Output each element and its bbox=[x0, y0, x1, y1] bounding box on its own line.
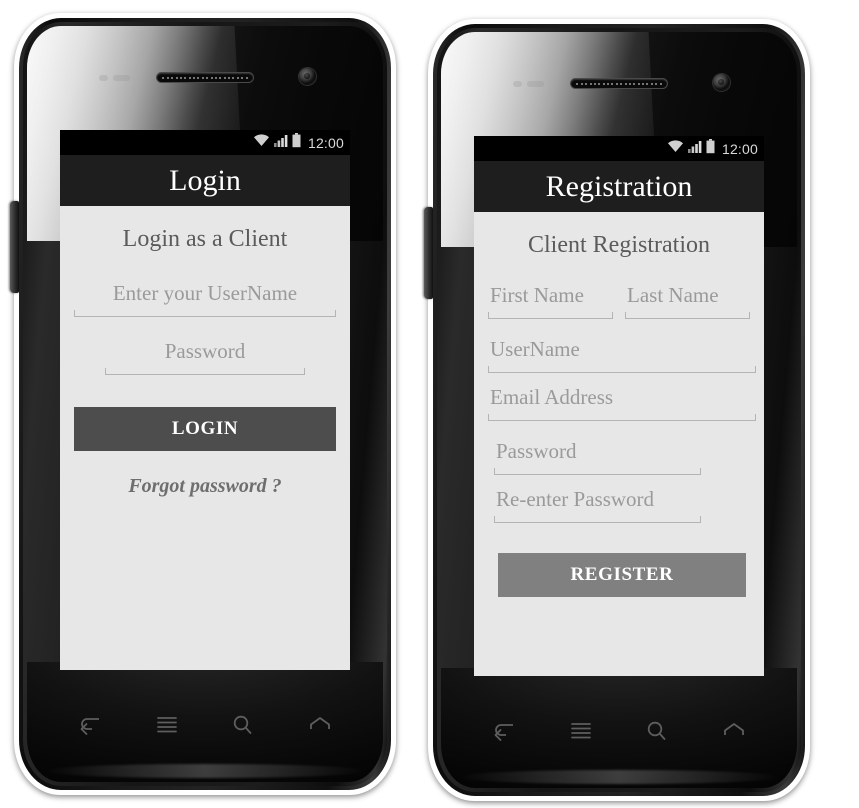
front-camera-icon bbox=[299, 68, 316, 85]
light-sensor-icon bbox=[113, 75, 130, 81]
page-title: Registration bbox=[545, 169, 693, 203]
android-nav-bar bbox=[60, 707, 350, 743]
front-camera-icon bbox=[713, 74, 730, 91]
status-bar-clock: 12:00 bbox=[307, 134, 344, 151]
back-icon[interactable] bbox=[484, 716, 524, 746]
wifi-icon bbox=[253, 133, 270, 152]
proximity-sensor-icon bbox=[99, 75, 108, 81]
password-underline bbox=[494, 467, 701, 475]
first-name-placeholder: First Name bbox=[490, 283, 584, 307]
signal-icon bbox=[687, 139, 702, 158]
username-placeholder: UserName bbox=[490, 337, 580, 361]
login-button-label: LOGIN bbox=[171, 418, 239, 439]
username-underline bbox=[74, 309, 336, 317]
forgot-password-link[interactable]: Forgot password ? bbox=[74, 475, 336, 498]
password-field[interactable]: Password bbox=[494, 439, 701, 475]
email-address-field[interactable]: Email Address bbox=[488, 385, 756, 421]
re-enter-password-field[interactable]: Re-enter Password bbox=[494, 487, 701, 523]
name-row: First Name Last Name bbox=[488, 283, 750, 323]
registration-screen: 12:00 Registration Client Registration F… bbox=[474, 136, 764, 676]
login-fields: Enter your UserName Password bbox=[74, 281, 336, 375]
battery-icon bbox=[706, 138, 715, 159]
registration-heading: Client Registration bbox=[528, 232, 710, 258]
signal-icon bbox=[273, 133, 288, 152]
login-button[interactable]: LOGIN bbox=[74, 407, 336, 451]
username-placeholder: Enter your UserName bbox=[112, 281, 298, 305]
android-nav-bar bbox=[474, 713, 764, 749]
volume-button[interactable] bbox=[424, 207, 433, 299]
login-heading: Login as a Client bbox=[122, 226, 288, 252]
back-icon[interactable] bbox=[70, 710, 110, 740]
search-icon[interactable] bbox=[637, 716, 677, 746]
volume-button[interactable] bbox=[10, 201, 19, 293]
login-screen: 12:00 Login Login as a Client Enter your… bbox=[60, 130, 350, 670]
password-underline bbox=[105, 367, 305, 375]
home-icon[interactable] bbox=[714, 716, 754, 746]
menu-icon[interactable] bbox=[147, 710, 187, 740]
username-underline bbox=[488, 365, 756, 373]
email-address-underline bbox=[488, 413, 756, 421]
page-title: Login bbox=[169, 163, 241, 197]
register-button[interactable]: REGISTER bbox=[498, 553, 746, 597]
menu-icon[interactable] bbox=[561, 716, 601, 746]
status-bar: 12:00 bbox=[60, 130, 350, 155]
battery-icon bbox=[292, 132, 301, 153]
earpiece-speaker-icon bbox=[570, 78, 668, 89]
username-field[interactable]: Enter your UserName bbox=[74, 281, 336, 317]
registration-content: Client Registration First Name Last Name… bbox=[474, 232, 764, 597]
password-field[interactable]: Password bbox=[105, 339, 305, 375]
re-enter-password-underline bbox=[494, 515, 701, 523]
last-name-underline bbox=[625, 311, 750, 319]
app-title-bar: Login bbox=[60, 155, 350, 206]
login-phone-mockup: 12:00 Login Login as a Client Enter your… bbox=[10, 13, 396, 795]
status-bar: 12:00 bbox=[474, 136, 764, 161]
forgot-password-label: Forgot password ? bbox=[128, 475, 282, 497]
status-bar-clock: 12:00 bbox=[721, 140, 758, 157]
registration-fields: First Name Last Name UserName Email Addr… bbox=[488, 283, 756, 523]
last-name-field[interactable]: Last Name bbox=[625, 283, 750, 319]
home-icon[interactable] bbox=[300, 710, 340, 740]
last-name-placeholder: Last Name bbox=[627, 283, 719, 307]
re-enter-password-placeholder: Re-enter Password bbox=[496, 487, 655, 511]
light-sensor-icon bbox=[527, 81, 544, 87]
login-content: Login as a Client Enter your UserName Pa… bbox=[60, 226, 350, 498]
app-title-bar: Registration bbox=[474, 161, 764, 212]
password-placeholder: Password bbox=[496, 439, 577, 463]
proximity-sensor-icon bbox=[513, 81, 522, 87]
earpiece-speaker-icon bbox=[156, 72, 254, 83]
search-icon[interactable] bbox=[223, 710, 263, 740]
wifi-icon bbox=[667, 139, 684, 158]
email-address-placeholder: Email Address bbox=[490, 385, 614, 409]
registration-phone-mockup: 12:00 Registration Client Registration F… bbox=[424, 19, 810, 801]
password-placeholder: Password bbox=[164, 339, 246, 363]
username-field[interactable]: UserName bbox=[488, 337, 756, 373]
register-button-label: REGISTER bbox=[570, 564, 674, 585]
first-name-field[interactable]: First Name bbox=[488, 283, 613, 319]
first-name-underline bbox=[488, 311, 613, 319]
